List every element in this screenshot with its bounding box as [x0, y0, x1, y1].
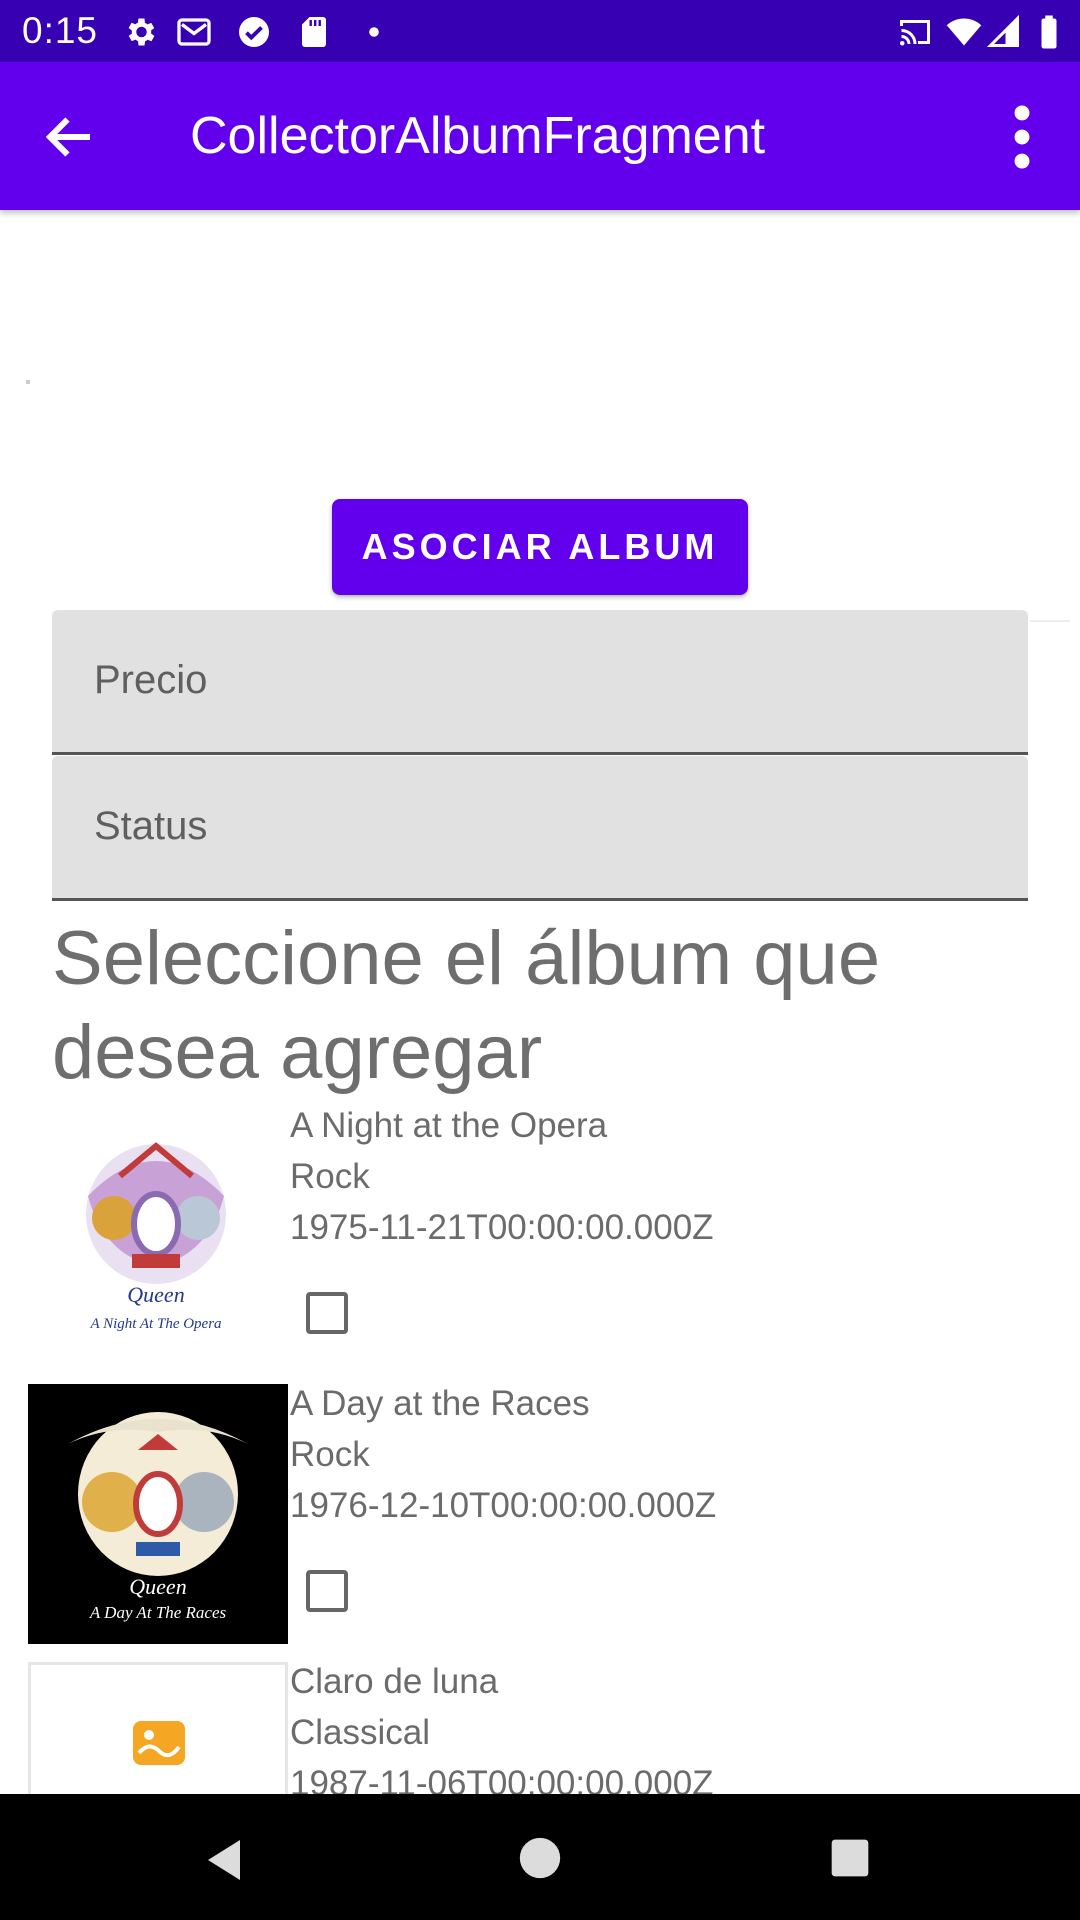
status-hint: Status [94, 804, 208, 848]
associate-album-button[interactable]: ASOCIAR ALBUM [332, 499, 748, 595]
album-genre: Rock [290, 1435, 370, 1474]
queen-crest-image: Queen A Night At The Opera [86, 1142, 226, 1332]
svg-text:A Night At The Opera: A Night At The Opera [89, 1316, 221, 1332]
price-field[interactable]: Precio [52, 610, 1028, 755]
album-name: A Day at the Races [290, 1384, 590, 1423]
app-bar-title: CollectorAlbumFragment [190, 107, 766, 165]
album-release-date: 1987-11-06T00:00:00.000Z [290, 1764, 714, 1794]
card-edge [1030, 620, 1070, 622]
svg-text:A Day At The Races: A Day At The Races [89, 1603, 227, 1622]
album-cover-opera: Queen A Night At The Opera [28, 1106, 288, 1366]
settings-icon [128, 18, 155, 46]
navigation-bar [0, 1794, 1080, 1920]
album-list[interactable]: Queen A Night At The Opera A Night at th… [0, 1100, 1080, 1794]
dot-icon [369, 27, 379, 37]
album-select-checkbox[interactable] [306, 1570, 348, 1612]
back-arrow-icon[interactable] [40, 107, 100, 167]
cast-icon [900, 20, 930, 46]
overflow-menu-icon[interactable] [1000, 102, 1044, 172]
sd-card-icon [302, 17, 326, 47]
album-name: A Night at the Opera [290, 1106, 608, 1145]
list-item[interactable]: Claro de luna Classical 1987-11-06T00:00… [0, 1656, 1080, 1794]
nav-home-icon[interactable] [518, 1836, 562, 1880]
album-cover-races: Queen A Day At The Races [28, 1384, 288, 1644]
status-field[interactable]: Status [52, 756, 1028, 901]
list-item[interactable]: Queen A Day At The Races A Day at the Ra… [0, 1378, 1080, 1656]
image-placeholder-icon [133, 1721, 185, 1765]
album-genre: Classical [290, 1713, 431, 1752]
nav-back-icon[interactable] [200, 1836, 248, 1884]
album-cover-placeholder [28, 1662, 288, 1794]
card-corner [26, 380, 30, 384]
check-circle-icon [239, 17, 269, 47]
wifi-icon [946, 18, 982, 46]
status-time: 0:15 [22, 10, 99, 51]
album-release-date: 1975-11-21T00:00:00.000Z [290, 1208, 714, 1247]
album-release-date: 1976-12-10T00:00:00.000Z [290, 1486, 717, 1525]
svg-text:Queen: Queen [129, 1574, 186, 1599]
select-album-heading: Seleccione el álbum que desea agregar [52, 916, 881, 1095]
signal-icon [986, 14, 1019, 47]
status-bar: 0:15 [0, 0, 1080, 62]
app-bar: CollectorAlbumFragment [0, 62, 1080, 210]
battery-icon [1041, 15, 1057, 49]
nav-recents-icon[interactable] [830, 1838, 870, 1878]
svg-text:Queen: Queen [127, 1282, 184, 1307]
album-genre: Rock [290, 1157, 370, 1196]
price-hint: Precio [94, 658, 208, 702]
album-select-checkbox[interactable] [306, 1292, 348, 1334]
list-item[interactable]: Queen A Night At The Opera A Night at th… [0, 1100, 1080, 1378]
queen-crest-image: Queen A Day At The Races [68, 1412, 248, 1622]
gmail-icon [177, 18, 211, 46]
album-name: Claro de luna [290, 1662, 499, 1701]
